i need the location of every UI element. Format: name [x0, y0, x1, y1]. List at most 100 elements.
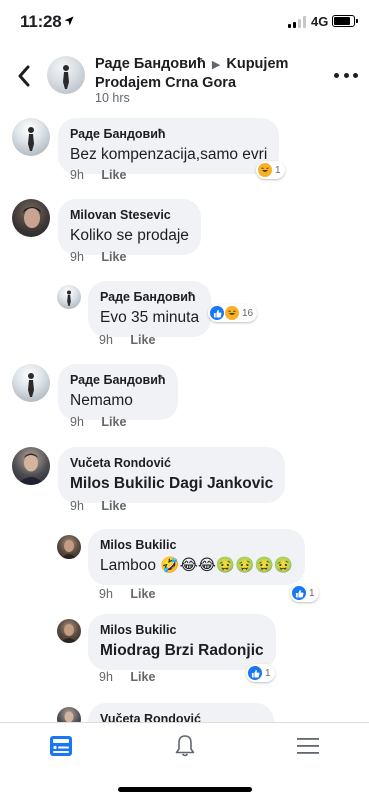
- comment-text: Lamboo 🤣😂😂🤢🤢🤢🤢: [100, 557, 294, 574]
- comment-time: 9h: [70, 415, 84, 429]
- comment-author[interactable]: Раде Бандовић: [70, 372, 166, 388]
- person-face-icon: [64, 711, 74, 722]
- comment-reply: Vučeta Rondović: [0, 692, 369, 722]
- comment-author[interactable]: Milos Bukilic: [100, 537, 293, 553]
- like-button[interactable]: Like: [101, 499, 126, 513]
- comments-list: Раде Бандовић Bez kompenzacija,samo evri…: [0, 110, 369, 722]
- battery-icon: [332, 15, 358, 27]
- status-time: 11:28: [20, 12, 62, 31]
- caret-right-icon: ▶: [211, 59, 221, 71]
- like-button[interactable]: Like: [101, 168, 126, 182]
- reaction-count: 16: [242, 307, 254, 319]
- post-time: 10 hrs: [95, 91, 130, 105]
- comment-bubble[interactable]: Milovan Stesevic Koliko se prodaje: [58, 199, 201, 255]
- person-face-icon: [61, 540, 77, 559]
- avatar[interactable]: [12, 199, 50, 237]
- reaction-count: 1: [309, 587, 315, 599]
- person-silhouette-icon: [28, 127, 34, 151]
- comment-author[interactable]: Раде Бандовић: [70, 126, 267, 142]
- chevron-left-icon: [18, 65, 30, 87]
- menu-icon: [297, 738, 319, 754]
- avatar[interactable]: [57, 619, 81, 643]
- avatar[interactable]: [57, 707, 81, 722]
- like-reaction-icon: [209, 305, 225, 321]
- comment-meta: 9h Like: [99, 670, 155, 684]
- dot-icon: [334, 72, 339, 78]
- comment-meta: 9h Like: [70, 499, 126, 513]
- nav-menu[interactable]: [295, 733, 321, 759]
- post-title[interactable]: Раде Бандовић ▶ Kupujem Prodajem Crna Go…: [95, 55, 315, 92]
- like-button[interactable]: Like: [130, 587, 155, 601]
- reaction-count: 1: [275, 164, 281, 176]
- avatar[interactable]: [12, 118, 50, 156]
- reaction-summary[interactable]: 1: [246, 664, 275, 682]
- comment-reply: Milos Bukilic Lamboo 🤣😂😂🤢🤢🤢🤢 1 9h Like: [0, 524, 369, 606]
- bell-icon: [175, 735, 195, 757]
- network-label: 4G: [311, 14, 329, 29]
- like-button[interactable]: Like: [101, 415, 126, 429]
- person-silhouette-icon: [28, 373, 34, 397]
- comment: Milovan Stesevic Koliko se prodaje 9h Li…: [0, 192, 369, 272]
- comment-bubble[interactable]: Раде Бандовић Nemamo: [58, 364, 178, 420]
- comment-time: 9h: [70, 250, 84, 264]
- avatar[interactable]: [12, 447, 50, 485]
- signal-strength-icon: [288, 16, 308, 28]
- comment: Vučeta Rondović Milos Bukilic Dagi Janko…: [0, 440, 369, 522]
- feed-icon: [50, 736, 72, 756]
- person-face-icon: [17, 453, 45, 485]
- comment-bubble[interactable]: Milos Bukilic Lamboo 🤣😂😂🤢🤢🤢🤢: [88, 529, 306, 585]
- avatar[interactable]: [47, 56, 85, 94]
- more-options-button[interactable]: [334, 70, 358, 80]
- comment-text: Evo 35 minuta: [100, 309, 200, 326]
- battery-fill: [334, 17, 351, 25]
- comment-meta: 9h Like: [70, 168, 126, 182]
- comment-bubble[interactable]: Раде Бандовић Bez kompenzacija,samo evri: [58, 118, 280, 174]
- nav-feed[interactable]: [48, 733, 74, 759]
- location-arrow-icon: [64, 16, 74, 26]
- comment-time: 9h: [99, 587, 113, 601]
- comment-time: 9h: [99, 670, 113, 684]
- reaction-count: 1: [265, 667, 271, 679]
- person-silhouette-icon: [63, 65, 69, 89]
- comment-author[interactable]: Раде Бандовић: [100, 289, 199, 305]
- comment-author[interactable]: Milovan Stesevic: [70, 207, 189, 223]
- home-indicator: [118, 787, 252, 792]
- comment: Раде Бандовић Nemamo 9h Like: [0, 358, 369, 438]
- nav-notifications[interactable]: [172, 733, 198, 759]
- dot-icon: [343, 72, 349, 78]
- like-reaction-icon: [247, 665, 263, 681]
- post-header: Раде Бандовић ▶ Kupujem Prodajem Crna Go…: [0, 44, 369, 110]
- comment-bubble[interactable]: Vučeta Rondović Milos Bukilic Dagi Janko…: [58, 447, 286, 503]
- avatar[interactable]: [12, 364, 50, 402]
- comment-time: 9h: [70, 499, 84, 513]
- avatar[interactable]: [57, 285, 81, 309]
- like-button[interactable]: Like: [130, 670, 155, 684]
- comment-bubble[interactable]: Milos Bukilic Miodrag Brzi Radonjic: [88, 614, 276, 670]
- comment-bubble[interactable]: Vučeta Rondović: [88, 703, 274, 722]
- like-button[interactable]: Like: [101, 250, 126, 264]
- person-silhouette-icon: [67, 290, 71, 306]
- reaction-summary[interactable]: 16: [208, 304, 258, 322]
- post-author[interactable]: Раде Бандовић: [95, 56, 206, 72]
- person-face-icon: [61, 624, 77, 643]
- comment-text: Nemamo: [70, 392, 133, 409]
- comment-text[interactable]: Milos Bukilic Dagi Jankovic: [70, 474, 273, 494]
- comment-bubble[interactable]: Раде Бандовић Evo 35 minuta: [88, 281, 212, 337]
- comment-author[interactable]: Vučeta Rondović: [100, 711, 262, 722]
- comment-time: 9h: [99, 333, 113, 347]
- reaction-summary[interactable]: 1: [290, 584, 319, 602]
- reaction-summary[interactable]: 1: [256, 161, 285, 179]
- comment-author[interactable]: Vučeta Rondović: [70, 455, 273, 471]
- dot-icon: [353, 72, 358, 78]
- back-button[interactable]: [12, 62, 36, 90]
- avatar[interactable]: [57, 535, 81, 559]
- comment: Раде Бандовић Bez kompenzacija,samo evri…: [0, 110, 369, 190]
- comment-meta: 9h Like: [70, 415, 126, 429]
- comment-text[interactable]: Miodrag Brzi Radonjic: [100, 641, 264, 661]
- comment-text: Koliko se prodaje: [70, 227, 189, 244]
- comment-meta: 9h Like: [99, 333, 155, 347]
- like-button[interactable]: Like: [130, 333, 155, 347]
- like-reaction-icon: [291, 585, 307, 601]
- comment-time: 9h: [70, 168, 84, 182]
- comment-author[interactable]: Milos Bukilic: [100, 622, 264, 638]
